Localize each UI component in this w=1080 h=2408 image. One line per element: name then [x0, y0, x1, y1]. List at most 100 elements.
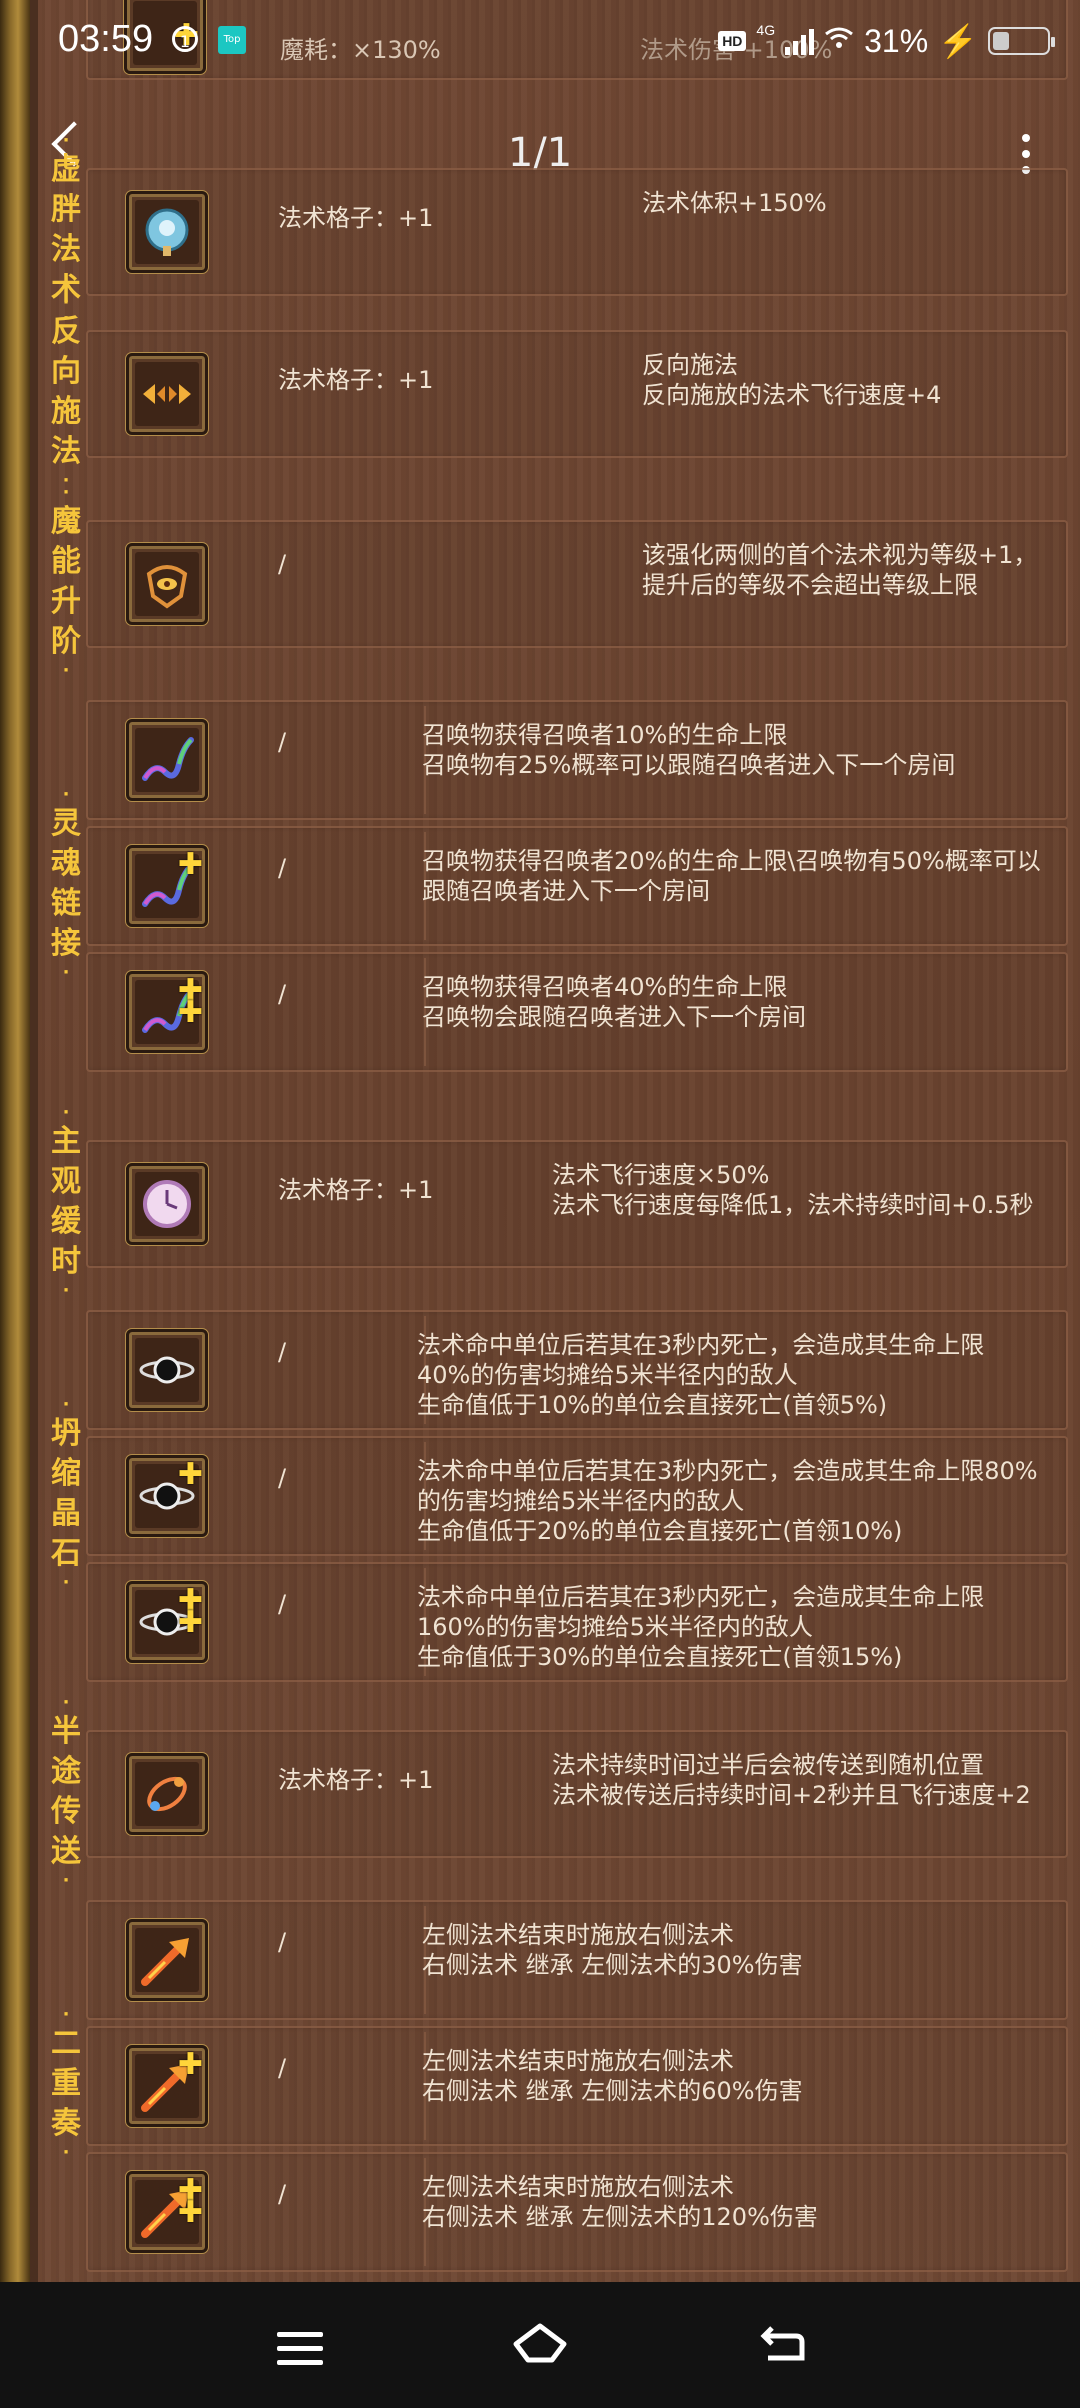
- title-dot: ·: [62, 2004, 70, 2025]
- fire-arrow-icon: ✚ ✚: [126, 2171, 208, 2253]
- slot-bonus: /: [278, 550, 287, 578]
- system-navigation-bar: [0, 2282, 1080, 2408]
- fire-arrow-icon: ✚: [126, 2045, 208, 2127]
- upgrade-plus-icon: ✚: [177, 1605, 203, 1640]
- black-hole-icon: ✚: [126, 1455, 208, 1537]
- status-right-cluster: HD 4G 31% ⚡: [718, 22, 1055, 60]
- upgrade-plus-icon: ✚: [177, 2195, 203, 2230]
- upgrade-row[interactable]: 法术格子：+1 反向施法 反向施放的法术飞行速度+4: [86, 330, 1068, 458]
- group-name: 魔能升阶: [51, 504, 81, 659]
- upgrade-description: 反向施法 反向施放的法术飞行速度+4: [642, 351, 942, 409]
- upgrade-row[interactable]: ✚ ✚ / 法术命中单位后若其在3秒内死亡，会造成其生命上限 160%的伤害均摊给5米…: [86, 1562, 1068, 1682]
- soul-chain-icon: [126, 719, 208, 801]
- upgrade-plus-icon: ✚: [177, 1457, 203, 1492]
- group-name: 主观缓时: [51, 1124, 81, 1279]
- title-dot: ·: [62, 1394, 70, 1415]
- upgrade-description: 左侧法术结束时施放右侧法术 右侧法术 继承 左侧法术的60%伤害: [422, 2047, 803, 2105]
- group-name: 虚胖法术: [51, 152, 81, 307]
- app-badge-icon: Top: [218, 26, 246, 54]
- group-title: · 坍缩晶石 ·: [46, 1310, 86, 1678]
- group-title: · 魔能升阶 ·: [46, 484, 86, 680]
- title-dot: ·: [62, 1870, 70, 1891]
- upgrade-row[interactable]: ✚ ✚ / 左侧法术结束时施放右侧法术 右侧法术 继承 左侧法术的120%伤害: [86, 2152, 1068, 2272]
- upgrade-description: 召唤物获得召唤者40%的生命上限 召唤物会跟随召唤者进入下一个房间: [422, 973, 806, 1031]
- group-title: · 虚胖法术 ·: [46, 132, 86, 328]
- upgrade-plus-icon: ✚: [177, 2047, 203, 2082]
- upgrade-row[interactable]: / 该强化两侧的首个法术视为等级+1， 提升后的等级不会超出等级上限: [86, 520, 1068, 648]
- upgrade-row[interactable]: ✚ / 左侧法术结束时施放右侧法术 右侧法术 继承 左侧法术的60%伤害: [86, 2026, 1068, 2146]
- group-name: 二重奏: [51, 2026, 81, 2141]
- slot-bonus: 法术格子：+1: [278, 204, 434, 232]
- notification-icon: 1: [172, 26, 198, 52]
- upgrade-row[interactable]: 法术格子：+1 法术飞行速度×50% 法术飞行速度每降低1，法术持续时间+0.5秒: [86, 1140, 1068, 1268]
- title-dot: ·: [62, 1572, 70, 1593]
- left-border-shadow: [30, 0, 38, 2282]
- left-border-strip: [0, 0, 30, 2282]
- group-title: · 灵魂链接 ·: [46, 700, 86, 1068]
- upgrade-row[interactable]: 法术格子：+1 法术持续时间过半后会被传送到随机位置 法术被传送后持续时间+2秒并…: [86, 1730, 1068, 1858]
- group-title: · 主观缓时 ·: [46, 1104, 86, 1300]
- soul-chain-icon: ✚: [126, 845, 208, 927]
- upgrade-row[interactable]: / 召唤物获得召唤者10%的生命上限 召唤物有25%概率可以跟随召唤者进入下一个房…: [86, 700, 1068, 820]
- slot-bonus: /: [278, 1464, 287, 1492]
- slot-bonus: /: [278, 2180, 287, 2208]
- hd-icon: HD: [718, 31, 747, 51]
- wifi-icon: [824, 26, 854, 57]
- upgrade-row[interactable]: ✚ / 法术命中单位后若其在3秒内死亡，会造成其生命上限80% 的伤害均摊给5米半径…: [86, 1436, 1068, 1556]
- eye-totem-icon: [126, 543, 208, 625]
- recent-apps-icon[interactable]: [277, 2332, 323, 2374]
- upgrade-description: 召唤物获得召唤者10%的生命上限 召唤物有25%概率可以跟随召唤者进入下一个房间: [422, 721, 956, 779]
- upgrade-row[interactable]: ✚ / 召唤物获得召唤者20%的生命上限\召唤物有50%概率可以 跟随召唤者进入下一…: [86, 826, 1068, 946]
- soul-chain-icon: ✚ ✚: [126, 971, 208, 1053]
- upgrade-description: 法术飞行速度×50% 法术飞行速度每降低1，法术持续时间+0.5秒: [552, 1161, 1034, 1219]
- upgrade-row[interactable]: 法术格子：+1 法术体积+150%: [86, 168, 1068, 296]
- group-name: 反向施法: [51, 314, 81, 469]
- upgrade-group: · 半途传送 · 法术格子：+1 法术持续时间过半后会被传送到随机位置 法术被传送后持续…: [38, 1694, 1068, 1890]
- group-name: 坍缩晶石: [51, 1416, 81, 1571]
- status-bar: 03:59 1 Top HD 4G 31% ⚡: [0, 0, 1080, 90]
- group-title: · 二重奏 ·: [46, 1900, 86, 2268]
- title-dot: ·: [62, 2142, 70, 2163]
- charging-bolt-icon: ⚡: [938, 23, 978, 59]
- upgrade-row[interactable]: / 法术命中单位后若其在3秒内死亡，会造成其生命上限 40%的伤害均摊给5米半径内…: [86, 1310, 1068, 1430]
- slot-bonus: 法术格子：+1: [278, 1176, 434, 1204]
- upgrade-description: 法术持续时间过半后会被传送到随机位置 法术被传送后持续时间+2秒并且飞行速度+2: [552, 1751, 1031, 1809]
- upgrade-description: 法术体积+150%: [642, 189, 827, 217]
- upgrade-description: 法术命中单位后若其在3秒内死亡，会造成其生命上限 40%的伤害均摊给5米半径内的…: [417, 1331, 985, 1419]
- slot-bonus: /: [278, 854, 287, 882]
- upgrade-description: 法术命中单位后若其在3秒内死亡，会造成其生命上限 160%的伤害均摊给5米半径内…: [417, 1583, 985, 1671]
- home-icon[interactable]: [510, 2320, 570, 2370]
- teleport-orbit-icon: [126, 1753, 208, 1835]
- title-dot: ·: [62, 1280, 70, 1301]
- title-dot: ·: [62, 482, 70, 503]
- title-dot: ·: [62, 1102, 70, 1123]
- battery-icon: [988, 27, 1055, 55]
- upgrade-description: 法术命中单位后若其在3秒内死亡，会造成其生命上限80% 的伤害均摊给5米半径内的…: [417, 1457, 1038, 1545]
- title-dot: ·: [62, 292, 70, 313]
- group-name: 半途传送: [51, 1714, 81, 1869]
- slot-bonus: /: [278, 980, 287, 1008]
- slot-bonus: 法术格子：+1: [278, 1766, 434, 1794]
- upgrade-description: 左侧法术结束时施放右侧法术 右侧法术 继承 左侧法术的30%伤害: [422, 1921, 803, 1979]
- title-dot: ·: [62, 130, 70, 151]
- slot-bonus: 法术格子：+1: [278, 366, 434, 394]
- upgrade-group: · 反向施法 · 法术格子：+1 反向施法 反向施放的法术飞行速度+4: [38, 294, 1068, 490]
- upgrade-group: · 二重奏 · / 左侧法术结束时施放右侧法术 右侧法术 继承 左侧法术的30%伤害 ✚ /…: [38, 1900, 1068, 2272]
- upgrade-row[interactable]: / 左侧法术结束时施放右侧法术 右侧法术 继承 左侧法术的30%伤害: [86, 1900, 1068, 2020]
- upgrade-description: 该强化两侧的首个法术视为等级+1， 提升后的等级不会超出等级上限: [642, 541, 1038, 599]
- upgrade-row[interactable]: ✚ ✚ / 召唤物获得召唤者40%的生命上限 召唤物会跟随召唤者进入下一个房间: [86, 952, 1068, 1072]
- black-hole-icon: [126, 1329, 208, 1411]
- title-dot: ·: [62, 660, 70, 681]
- back-nav-icon[interactable]: [758, 2322, 808, 2366]
- slot-bonus: /: [278, 1338, 287, 1366]
- title-dot: ·: [62, 784, 70, 805]
- slot-bonus: /: [278, 1928, 287, 1956]
- slot-bonus: /: [278, 1590, 287, 1618]
- group-name: 灵魂链接: [51, 806, 81, 961]
- upgrade-description: 左侧法术结束时施放右侧法术 右侧法术 继承 左侧法术的120%伤害: [422, 2173, 818, 2231]
- reverse-arrows-icon: [126, 353, 208, 435]
- upgrade-group: · 主观缓时 · 法术格子：+1 法术飞行速度×50% 法术飞行速度每降低1，法术持续时…: [38, 1104, 1068, 1300]
- upgrade-group: · 虚胖法术 · 法术格子：+1 法术体积+150%: [38, 132, 1068, 328]
- slot-bonus: /: [278, 728, 287, 756]
- network-type: 4G: [756, 22, 776, 38]
